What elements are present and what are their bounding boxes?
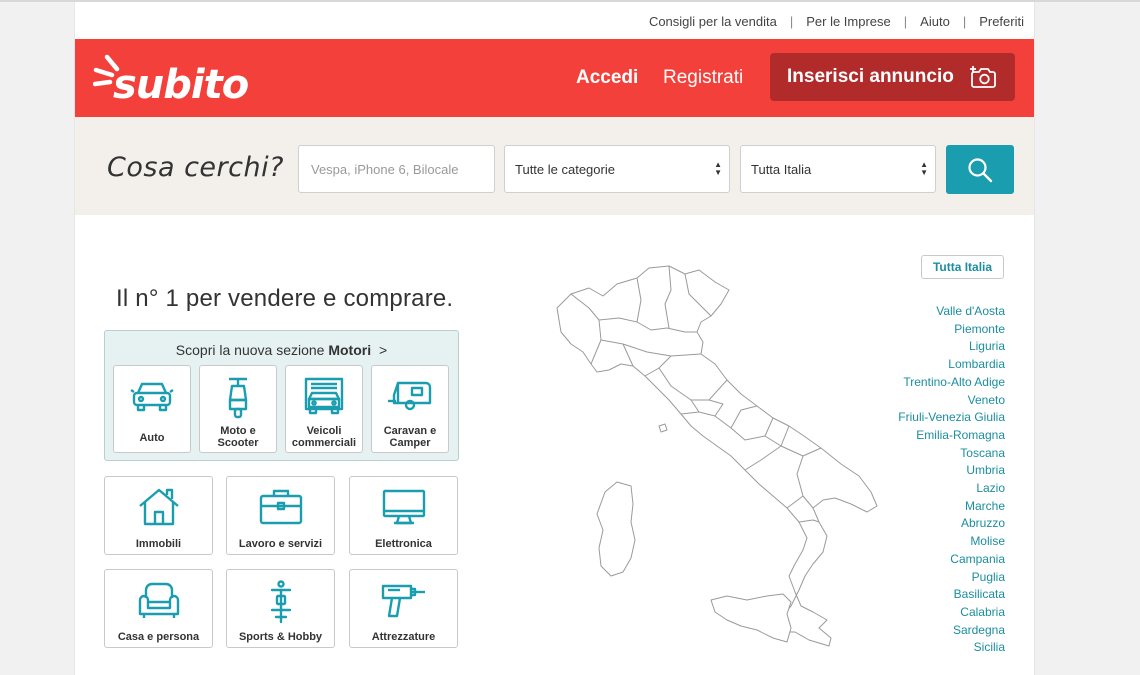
briefcase-icon (259, 489, 302, 525)
category-sports[interactable]: Sports & Hobby (226, 569, 335, 648)
search-input[interactable] (309, 160, 494, 178)
category-label: Sports & Hobby (238, 631, 323, 643)
link-selling-tips[interactable]: Consigli per la vendita (649, 14, 777, 29)
region-link[interactable]: Piemonte (898, 321, 1005, 339)
region-link[interactable]: Liguria (898, 338, 1005, 356)
armchair-icon (138, 582, 179, 618)
map-island (658, 423, 668, 433)
tile-label: Scooter (217, 437, 259, 449)
region-link[interactable]: Emilia-Romagna (898, 427, 1005, 445)
category-label: Immobili (135, 538, 182, 550)
category-attrezzature[interactable]: Attrezzature (349, 569, 458, 648)
region-link[interactable]: Umbria (898, 462, 1005, 480)
login-link[interactable]: Accedi (576, 67, 638, 89)
italy-map[interactable] (551, 260, 881, 652)
tile-label: Camper (389, 437, 431, 449)
post-ad-label: Inserisci annuncio (787, 66, 954, 87)
category-immobili[interactable]: Immobili (104, 476, 213, 555)
category-select-value: Tutte le categorie (515, 161, 615, 177)
tile-label: commerciali (291, 437, 357, 449)
link-business[interactable]: Per le Imprese (806, 14, 891, 29)
region-link[interactable]: Veneto (898, 392, 1005, 410)
region-link[interactable]: Marche (898, 498, 1005, 516)
tile-label: Auto (139, 432, 165, 444)
tile-auto[interactable]: Auto (113, 365, 191, 453)
region-link[interactable]: Sicilia (898, 639, 1005, 657)
car-icon (130, 382, 174, 412)
separator: | (962, 13, 967, 29)
motori-arrow: > (379, 342, 388, 358)
motori-section: Scopri la nuova sezione Motori > Auto Mo… (104, 330, 459, 461)
region-link[interactable]: Calabria (898, 604, 1005, 622)
region-link[interactable]: Valle d'Aosta (898, 303, 1005, 321)
motori-intro: Scopri la nuova sezione (175, 342, 329, 358)
tile-moto[interactable]: Moto e Scooter (199, 365, 277, 453)
post-ad-button[interactable]: Inserisci annuncio (770, 53, 1015, 101)
drill-icon (381, 584, 425, 618)
category-lavoro[interactable]: Lavoro e servizi (226, 476, 335, 555)
tagline: Il n° 1 per vendere e comprare. (116, 285, 454, 312)
search-field[interactable] (298, 145, 495, 193)
scooter-icon (228, 377, 248, 419)
region-list: Valle d'Aosta Piemonte Liguria Lombardia… (898, 303, 1005, 657)
region-link[interactable]: Puglia (898, 569, 1005, 587)
region-link[interactable]: Campania (898, 551, 1005, 569)
subito-logo[interactable]: subito (93, 47, 263, 109)
separator: | (789, 13, 794, 29)
select-arrows-icon: ▲ ▼ (920, 160, 928, 177)
region-link[interactable]: Lombardia (898, 356, 1005, 374)
search-bar: Cosa cerchi? Tutte le categorie ▲▼ Tutta… (75, 117, 1034, 215)
category-elettronica[interactable]: Elettronica (349, 476, 458, 555)
link-favorites[interactable]: Preferiti (979, 14, 1024, 29)
tile-veicoli[interactable]: Veicoli commerciali (285, 365, 363, 453)
motori-link[interactable]: Scopri la nuova sezione Motori > (105, 342, 458, 358)
search-button[interactable] (946, 145, 1014, 194)
category-select[interactable]: Tutte le categorie ▲ ▼ (504, 145, 730, 193)
region-link[interactable]: Toscana (898, 445, 1005, 463)
tile-label: Veicoli (306, 425, 342, 437)
motori-bold: Motori (328, 342, 372, 358)
van-icon (304, 377, 344, 415)
map-mainland[interactable] (556, 265, 878, 647)
region-link[interactable]: Friuli-Venezia Giulia (898, 409, 1005, 427)
tile-caravan[interactable]: Caravan e Camper (371, 365, 449, 453)
location-select-value: Tutta Italia (751, 161, 812, 177)
region-link[interactable]: Lazio (898, 480, 1005, 498)
category-label: Attrezzature (371, 631, 436, 643)
bicycle-icon (270, 580, 291, 624)
location-select[interactable]: Tutta Italia ▲ ▼ (740, 145, 936, 193)
select-arrows-icon: ▲ ▼ (714, 160, 722, 177)
svg-text:subito: subito (113, 62, 249, 108)
register-link[interactable]: Registrati (663, 67, 743, 89)
caravan-icon (388, 381, 432, 411)
link-help[interactable]: Aiuto (920, 14, 950, 29)
tile-label: Caravan e (383, 425, 437, 437)
region-link[interactable]: Basilicata (898, 586, 1005, 604)
search-title: Cosa cerchi? (107, 152, 284, 183)
region-link[interactable]: Sardegna (898, 622, 1005, 640)
monitor-icon (382, 489, 425, 525)
header: subito Accedi Registrati Inserisci annun… (75, 39, 1034, 117)
map-sardegna[interactable] (596, 481, 636, 577)
separator: | (903, 13, 908, 29)
category-label: Lavoro e servizi (238, 538, 323, 550)
category-casa[interactable]: Casa e persona (104, 569, 213, 648)
category-label: Casa e persona (117, 631, 200, 643)
camera-plus-icon (970, 66, 996, 88)
category-label: Elettronica (375, 538, 432, 550)
all-italy-button[interactable]: Tutta Italia (921, 255, 1004, 279)
region-link[interactable]: Molise (898, 533, 1005, 551)
search-icon (968, 157, 993, 182)
tile-label: Moto e (220, 425, 256, 437)
region-link[interactable]: Abruzzo (898, 515, 1005, 533)
utility-nav: Consigli per la vendita | Per le Imprese… (649, 12, 1024, 30)
region-link[interactable]: Trentino-Alto Adige (898, 374, 1005, 392)
house-icon (138, 488, 179, 526)
page: Consigli per la vendita | Per le Imprese… (74, 2, 1035, 675)
map-sicilia[interactable] (710, 593, 792, 643)
